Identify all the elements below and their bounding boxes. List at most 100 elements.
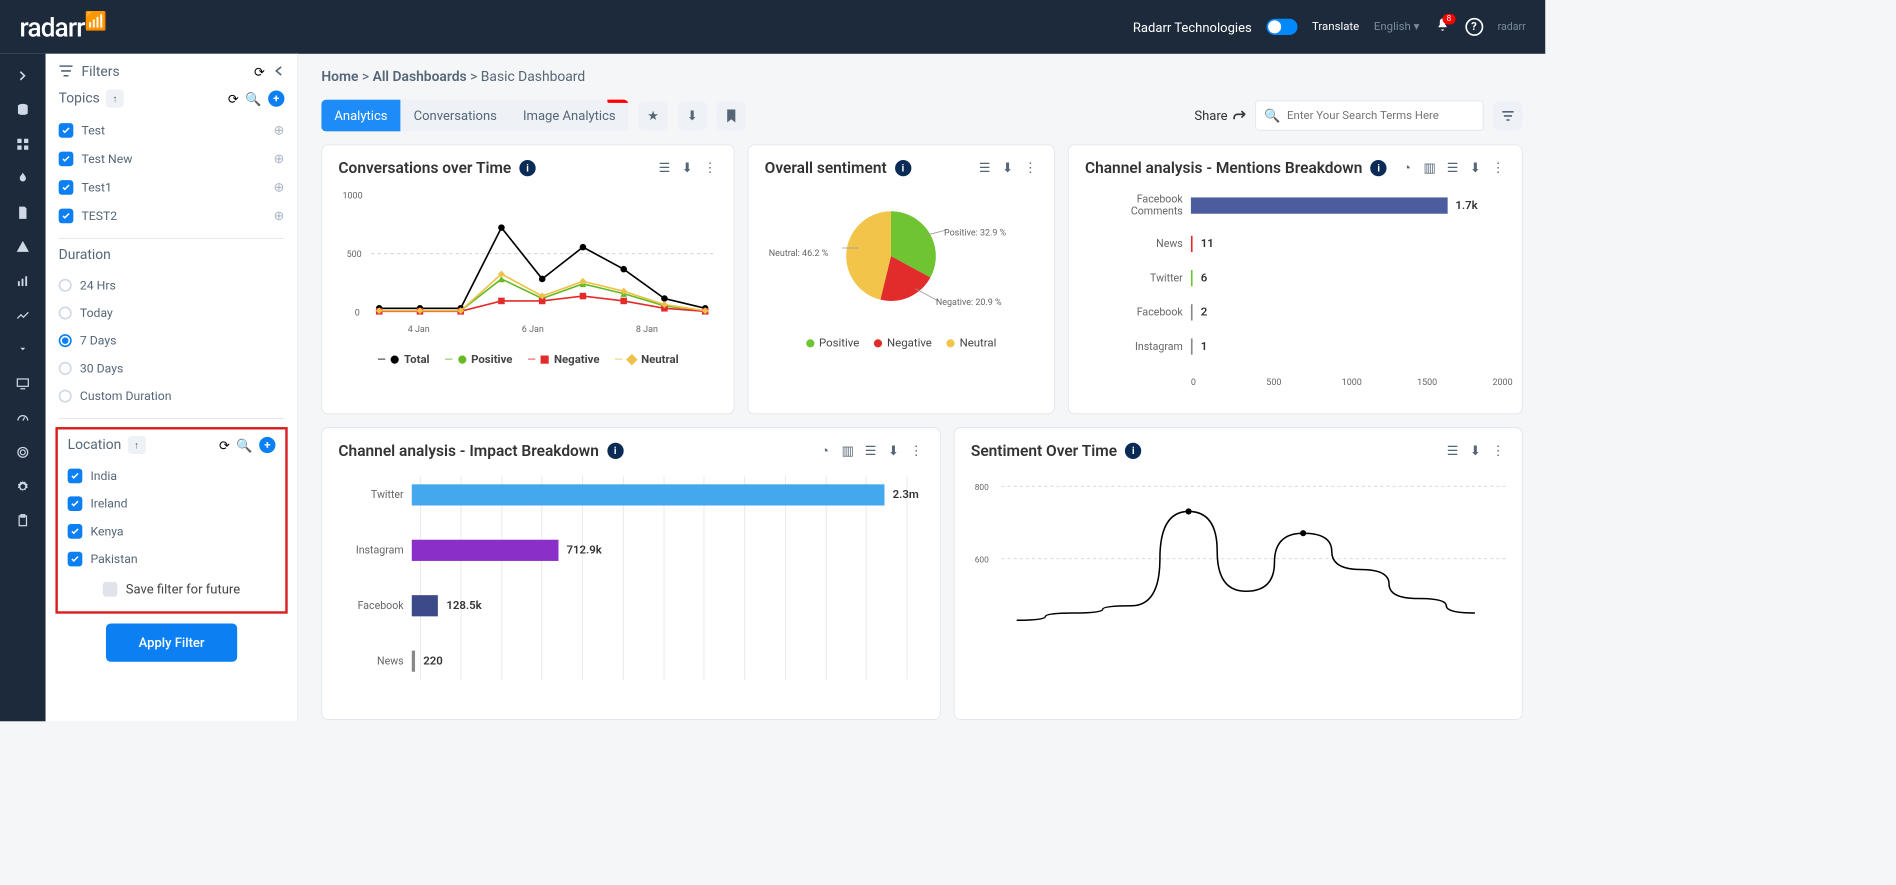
monitor-icon[interactable] <box>14 375 32 393</box>
duration-item[interactable]: Custom Duration <box>59 382 285 410</box>
bar[interactable] <box>1191 338 1193 354</box>
legend-item[interactable]: Negative <box>874 337 932 350</box>
more-icon[interactable]: ⋮ <box>1491 443 1506 458</box>
help-icon[interactable]: ? <box>1465 18 1483 36</box>
topic-item[interactable]: Test New⊕ <box>59 144 285 173</box>
language-selector[interactable]: English ▾ <box>1374 20 1419 33</box>
info-icon[interactable]: i <box>607 442 623 458</box>
clipboard-icon[interactable] <box>14 512 32 530</box>
bar-icon[interactable]: ▥ <box>840 443 855 458</box>
bar[interactable] <box>1191 270 1193 286</box>
breadcrumb-all[interactable]: All Dashboards <box>372 68 466 84</box>
pie-icon[interactable]: ◔ <box>817 443 832 458</box>
duration-item[interactable]: 7 Days <box>59 327 285 355</box>
info-icon[interactable]: i <box>1125 442 1141 458</box>
breadcrumb-home[interactable]: Home <box>321 68 358 84</box>
share-button[interactable]: Share <box>1194 108 1245 123</box>
warning-icon[interactable] <box>14 238 32 256</box>
star-icon[interactable]: ★ <box>638 101 667 130</box>
bar[interactable] <box>412 540 559 561</box>
checkbox-icon[interactable] <box>68 552 83 567</box>
bookmark-icon[interactable] <box>717 101 746 130</box>
location-item[interactable]: India <box>68 462 276 490</box>
topic-item[interactable]: Test⊕ <box>59 116 285 145</box>
search-field[interactable] <box>1287 109 1475 122</box>
refresh-icon[interactable]: ⟳ <box>219 437 230 452</box>
download-icon[interactable]: ⬇ <box>677 101 706 130</box>
location-item[interactable]: Pakistan <box>68 545 276 573</box>
expand-icon[interactable]: ⊕ <box>274 179 285 194</box>
apply-filter-button[interactable]: Apply Filter <box>106 623 237 661</box>
refresh-icon[interactable]: ⟳ <box>254 64 265 79</box>
list-icon[interactable]: ☰ <box>863 443 878 458</box>
checkbox-icon[interactable] <box>68 524 83 539</box>
duration-item[interactable]: 24 Hrs <box>59 271 285 299</box>
expand-icon[interactable]: ⊕ <box>274 151 285 166</box>
grid-icon[interactable] <box>14 135 32 153</box>
bar-icon[interactable]: ▥ <box>1422 160 1437 175</box>
duration-item[interactable]: Today <box>59 299 285 327</box>
checkbox-icon[interactable] <box>59 123 74 138</box>
info-icon[interactable]: i <box>895 159 911 175</box>
chart-icon[interactable] <box>14 272 32 290</box>
info-icon[interactable]: i <box>1370 159 1386 175</box>
info-icon[interactable]: i <box>519 159 535 175</box>
more-icon[interactable]: ⋮ <box>909 443 924 458</box>
gauge-icon[interactable] <box>14 409 32 427</box>
list-icon[interactable]: ☰ <box>1445 160 1460 175</box>
sort-icon[interactable]: ↑ <box>106 90 124 108</box>
add-location-icon[interactable]: + <box>259 437 275 453</box>
topic-item[interactable]: TEST2⊕ <box>59 201 285 230</box>
checkbox-icon[interactable] <box>59 180 74 195</box>
target-icon[interactable] <box>14 443 32 461</box>
search-input[interactable]: 🔍 <box>1255 100 1483 130</box>
sort-icon[interactable]: ↑ <box>128 436 146 454</box>
radio-icon[interactable] <box>59 334 72 347</box>
trend-icon[interactable] <box>14 306 32 324</box>
list-icon[interactable]: ☰ <box>1445 443 1460 458</box>
collapse-icon[interactable] <box>273 64 284 79</box>
translate-toggle[interactable] <box>1266 19 1297 35</box>
legend-item[interactable]: —Positive <box>444 353 512 366</box>
search-icon[interactable]: 🔍 <box>245 91 261 106</box>
download-icon[interactable]: ⬇ <box>886 443 901 458</box>
checkbox-icon[interactable] <box>59 151 74 166</box>
legend-item[interactable]: Neutral <box>946 337 996 350</box>
refresh-icon[interactable]: ⟳ <box>228 91 239 106</box>
tab-analytics[interactable]: Analytics <box>321 99 400 131</box>
legend-item[interactable]: —Negative <box>527 353 599 366</box>
bar[interactable] <box>412 595 438 616</box>
gear-icon[interactable] <box>14 478 32 496</box>
checkbox-icon[interactable] <box>68 496 83 511</box>
list-icon[interactable]: ☰ <box>657 160 672 175</box>
topic-item[interactable]: Test1⊕ <box>59 173 285 202</box>
legend-item[interactable]: —Neutral <box>614 353 678 366</box>
download-icon[interactable]: ⬇ <box>1468 443 1483 458</box>
location-item[interactable]: Ireland <box>68 490 276 518</box>
list-icon[interactable]: ☰ <box>977 160 992 175</box>
bar[interactable] <box>1191 304 1193 320</box>
add-topic-icon[interactable]: + <box>268 90 284 106</box>
tab-image-analytics[interactable]: Image AnalyticsBETA <box>510 99 629 131</box>
download-icon[interactable] <box>14 341 32 359</box>
download-icon[interactable]: ⬇ <box>680 160 695 175</box>
fire-icon[interactable] <box>14 170 32 188</box>
more-icon[interactable]: ⋮ <box>703 160 718 175</box>
legend-item[interactable]: Positive <box>806 337 859 350</box>
download-icon[interactable]: ⬇ <box>1000 160 1015 175</box>
download-icon[interactable]: ⬇ <box>1468 160 1483 175</box>
logo[interactable]: radarr📶 <box>20 11 107 43</box>
duration-item[interactable]: 30 Days <box>59 355 285 383</box>
save-filter-checkbox[interactable] <box>103 582 118 597</box>
database-icon[interactable] <box>14 101 32 119</box>
more-icon[interactable]: ⋮ <box>1491 160 1506 175</box>
location-item[interactable]: Kenya <box>68 518 276 546</box>
legend-item[interactable]: —Total <box>377 353 429 366</box>
pie-icon[interactable]: ◔ <box>1399 160 1414 175</box>
notifications-icon[interactable]: 8 <box>1434 17 1450 37</box>
bar[interactable] <box>412 650 415 671</box>
expand-icon[interactable]: ⊕ <box>274 208 285 223</box>
tab-conversations[interactable]: Conversations <box>400 99 509 131</box>
filter-icon[interactable] <box>1493 101 1522 130</box>
bar[interactable] <box>1191 197 1447 213</box>
